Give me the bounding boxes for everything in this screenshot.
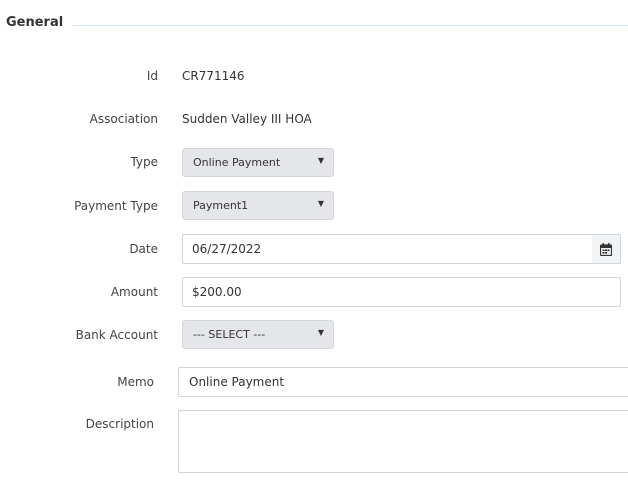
bank-account-select-value: --- SELECT ---	[193, 328, 266, 341]
section-divider	[72, 25, 628, 26]
description-label: Description	[85, 417, 154, 431]
payment-type-select-value: Payment1	[193, 199, 249, 212]
caret-down-icon: ▼	[317, 199, 324, 208]
caret-down-icon: ▼	[317, 328, 324, 337]
amount-input-value: $200.00	[192, 285, 242, 299]
payment-form: General Id CR771146 Association Sudden V…	[0, 0, 628, 485]
bank-account-label: Bank Account	[75, 328, 158, 342]
date-input[interactable]: 06/27/2022	[182, 234, 593, 264]
payment-type-label: Payment Type	[74, 199, 158, 213]
association-label: Association	[89, 112, 158, 126]
association-value: Sudden Valley III HOA	[182, 112, 312, 126]
memo-label: Memo	[117, 375, 154, 389]
amount-label: Amount	[110, 285, 158, 299]
section-title: General	[6, 15, 64, 30]
caret-down-icon: ▼	[317, 156, 324, 165]
amount-input[interactable]: $200.00	[182, 277, 621, 307]
description-textarea[interactable]	[178, 410, 628, 473]
memo-input-value: Online Payment	[189, 375, 285, 389]
payment-type-select[interactable]: Payment1 ▼	[182, 191, 334, 220]
calendar-button[interactable]	[592, 234, 621, 264]
type-select[interactable]: Online Payment ▼	[182, 148, 334, 177]
type-label: Type	[130, 155, 158, 169]
date-label: Date	[129, 242, 158, 256]
id-value: CR771146	[182, 69, 245, 83]
memo-input[interactable]: Online Payment	[178, 367, 628, 397]
date-input-value: 06/27/2022	[192, 242, 262, 256]
calendar-icon	[600, 243, 612, 256]
bank-account-select[interactable]: --- SELECT --- ▼	[182, 320, 334, 349]
type-select-value: Online Payment	[193, 156, 281, 169]
id-label: Id	[146, 69, 158, 83]
